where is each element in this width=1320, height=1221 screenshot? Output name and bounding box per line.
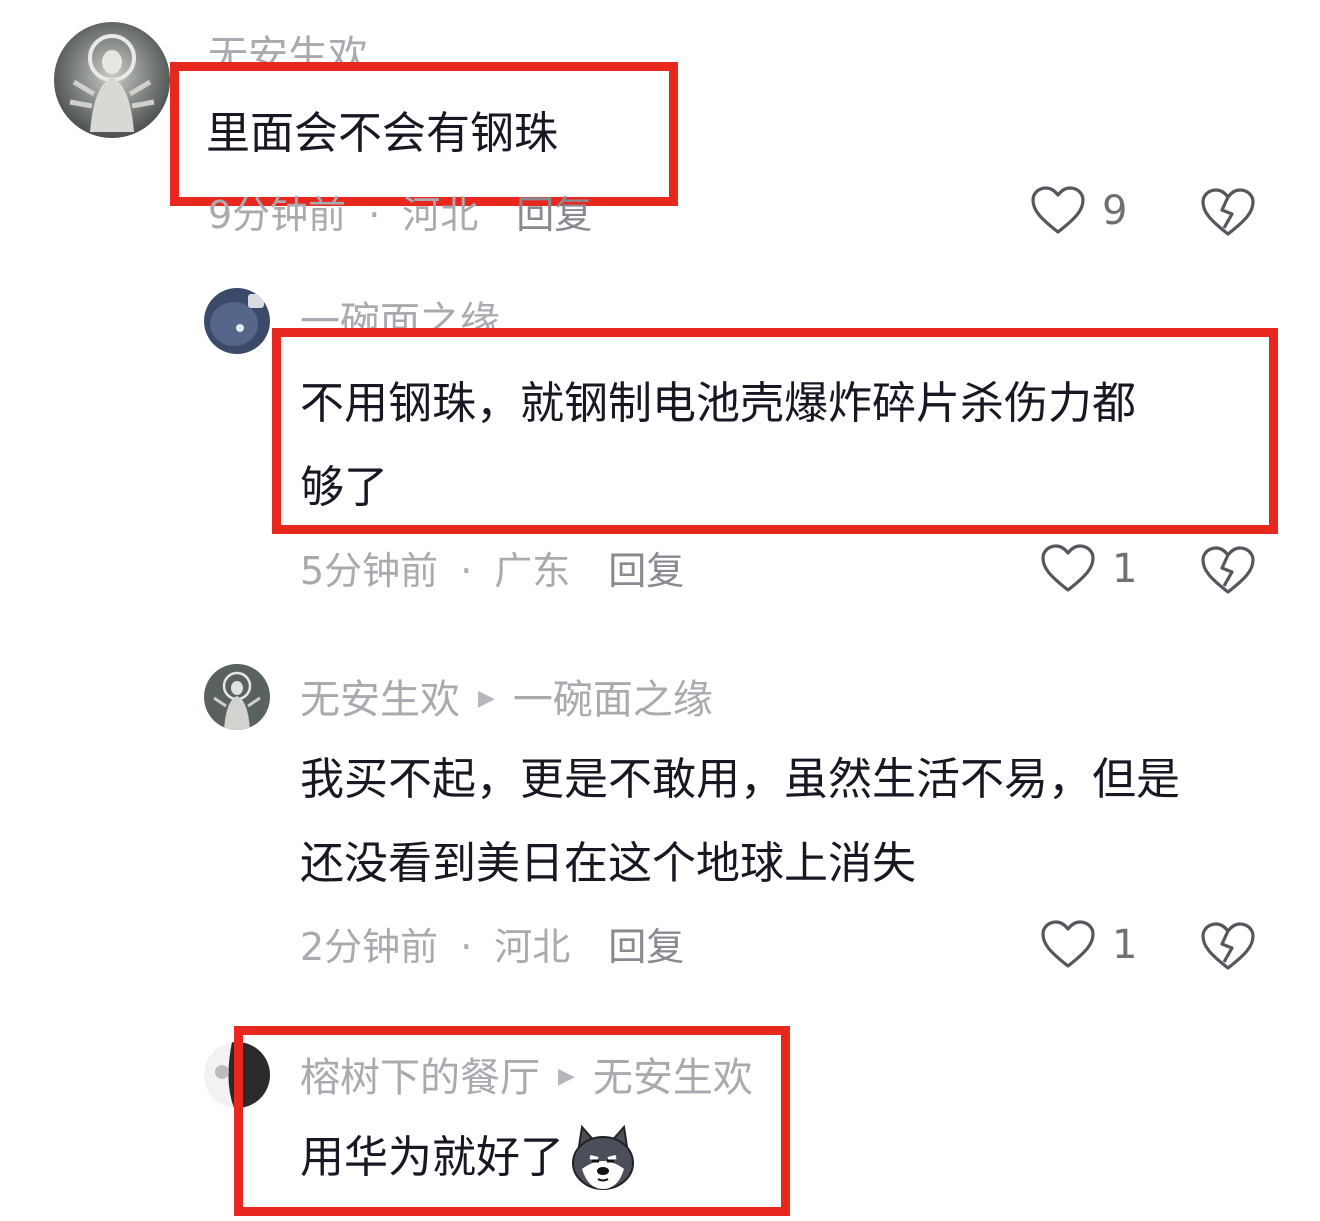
comment-text: 用华为就好了 xyxy=(300,1116,638,1200)
comment-author-line: 无安生欢 ▶ 一碗面之缘 xyxy=(300,680,713,720)
reply-to-author[interactable]: 无安生欢 xyxy=(593,1055,753,1101)
comment-text-line: 不用钢珠，就钢制电池壳爆炸碎片杀伤力都 xyxy=(300,378,1136,429)
reply-arrow-icon: ▶ xyxy=(478,686,495,711)
comment-author[interactable]: 无安生欢 xyxy=(300,677,460,723)
avatar[interactable] xyxy=(204,288,270,354)
avatar[interactable] xyxy=(204,664,270,730)
comment-author-line: 榕树下的餐厅 ▶ 无安生欢 xyxy=(300,1058,753,1098)
broken-heart-icon xyxy=(1201,922,1255,970)
like-count: 1 xyxy=(1112,546,1138,592)
comment-meta: 5分钟前 · 广东 回复 xyxy=(300,549,685,593)
comment-location: 广东 xyxy=(494,549,571,593)
dislike-button[interactable] xyxy=(1200,546,1256,600)
dislike-button[interactable] xyxy=(1200,188,1256,242)
heart-icon xyxy=(1031,186,1085,234)
like-count: 9 xyxy=(1102,188,1128,234)
comment-text-line: 我买不起，更是不敢用，虽然生活不易，但是 xyxy=(300,754,1180,805)
broken-heart-icon xyxy=(1201,546,1255,594)
comment-author[interactable]: 榕树下的餐厅 xyxy=(300,1055,540,1101)
avatar[interactable] xyxy=(204,1042,270,1108)
dislike-button[interactable] xyxy=(1200,922,1256,976)
like-button[interactable]: 9 xyxy=(1030,186,1127,236)
comment-text: 里面会不会有钢珠 xyxy=(206,108,558,159)
comment-time: 9分钟前 xyxy=(208,193,347,237)
reply-to-author[interactable]: 一碗面之缘 xyxy=(513,677,713,723)
reply-arrow-icon: ▶ xyxy=(558,1064,575,1089)
comment-text: 不用钢珠，就钢制电池壳爆炸碎片杀伤力都 够了 xyxy=(300,362,1136,530)
comment-text: 我买不起，更是不敢用，虽然生活不易，但是 还没看到美日在这个地球上消失 xyxy=(300,738,1180,906)
comment-location: 河北 xyxy=(494,925,571,969)
avatar[interactable] xyxy=(54,22,170,138)
comment-location: 河北 xyxy=(402,193,479,237)
reply-button[interactable]: 回复 xyxy=(608,925,684,969)
heart-icon xyxy=(1041,544,1095,592)
comment-meta: 9分钟前 · 河北 回复 xyxy=(208,193,593,237)
comment-time: 5分钟前 xyxy=(300,549,439,593)
reply-button[interactable]: 回复 xyxy=(516,193,592,237)
comment-text-line: 够了 xyxy=(300,462,388,513)
like-button[interactable]: 1 xyxy=(1040,544,1137,594)
like-button[interactable]: 1 xyxy=(1040,920,1137,970)
reply-button[interactable]: 回复 xyxy=(608,549,684,593)
heart-icon xyxy=(1041,920,1095,968)
comment-meta: 2分钟前 · 河北 回复 xyxy=(300,925,685,969)
husky-dog-emoji-icon xyxy=(568,1123,638,1193)
like-count: 1 xyxy=(1112,922,1138,968)
comment-time: 2分钟前 xyxy=(300,925,439,969)
broken-heart-icon xyxy=(1201,188,1255,236)
comment-text-line: 用华为就好了 xyxy=(300,1132,564,1183)
comment-text-line: 还没看到美日在这个地球上消失 xyxy=(300,838,916,889)
